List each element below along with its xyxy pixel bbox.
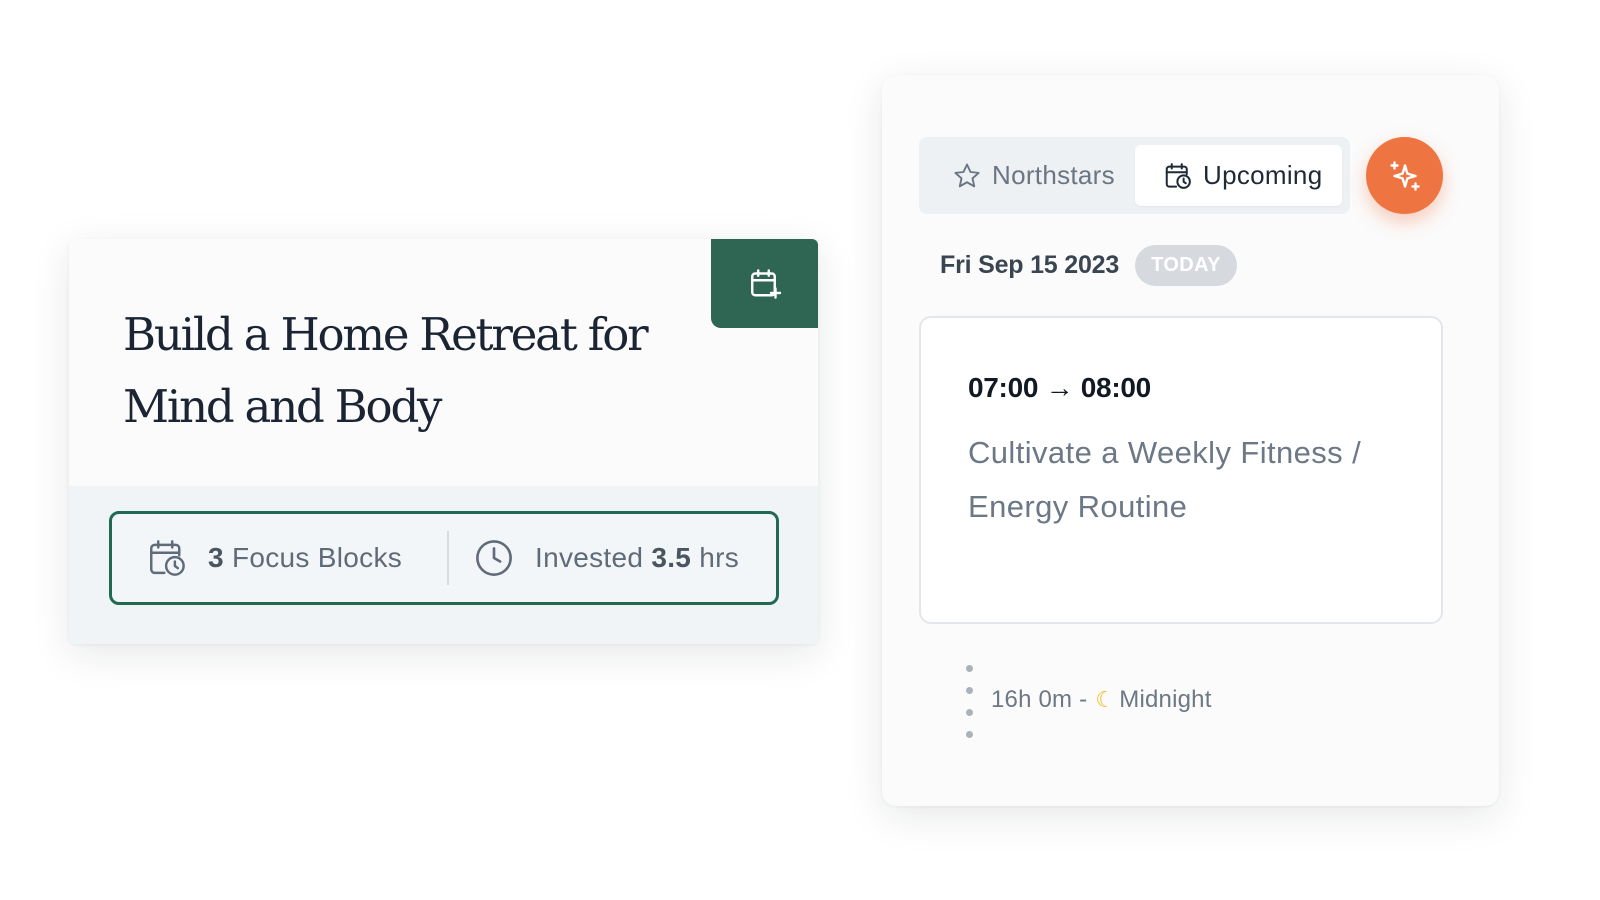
planner-tabs: Northstars Upcoming	[919, 137, 1350, 214]
calendar-plus-icon	[747, 266, 783, 302]
invested-unit: hrs	[699, 542, 740, 573]
calendar-clock-icon	[146, 537, 188, 579]
goal-stats: 3 Focus Blocks Invested 3.5 hrs	[109, 511, 779, 605]
date-header: Fri Sep 15 2023 TODAY	[940, 245, 1237, 286]
moon-icon: ☾	[1095, 687, 1116, 712]
timeline-dot	[966, 731, 973, 738]
schedule-focus-block-button[interactable]	[711, 239, 818, 328]
focus-blocks-count: 3	[208, 542, 224, 573]
tab-upcoming[interactable]: Upcoming	[1135, 145, 1342, 206]
planner-panel: Northstars Upcoming Fri Sep 15 2023 TODA…	[882, 75, 1499, 806]
today-badge: TODAY	[1135, 245, 1237, 286]
goal-card-footer: 3 Focus Blocks Invested 3.5 hrs	[69, 486, 818, 644]
timeline-dot	[966, 709, 973, 716]
goal-card-header: Build a Home Retreat for Mind and Body	[69, 239, 818, 486]
magic-assist-button[interactable]	[1366, 137, 1443, 214]
clock-icon	[473, 537, 515, 579]
tab-northstars-label: Northstars	[992, 160, 1115, 190]
event-card[interactable]: 07:00 → 08:00 Cultivate a Weekly Fitness…	[919, 316, 1443, 624]
invested-time-stat: Invested 3.5 hrs	[449, 514, 739, 602]
sparkles-icon	[1387, 158, 1423, 194]
star-icon	[952, 161, 982, 191]
event-time: 07:00 → 08:00	[968, 372, 1151, 403]
gap-text: 16h 0m - ☾ Midnight	[991, 686, 1212, 714]
event-title: Cultivate a Weekly Fitness / Energy Rout…	[968, 435, 1362, 524]
focus-blocks-stat: 3 Focus Blocks	[112, 514, 447, 602]
focus-blocks-label: Focus Blocks	[231, 542, 403, 573]
calendar-clock-icon	[1163, 161, 1193, 191]
timeline-dots	[966, 665, 974, 745]
invested-value: 3.5	[651, 542, 692, 573]
tab-upcoming-label: Upcoming	[1203, 160, 1323, 190]
timeline-dot	[966, 665, 973, 672]
goal-title: Build a Home Retreat for Mind and Body	[123, 308, 649, 433]
invested-prefix: Invested	[535, 542, 644, 573]
gap-duration: 16h 0m -	[991, 686, 1088, 713]
timeline-dot	[966, 687, 973, 694]
goal-card[interactable]: Build a Home Retreat for Mind and Body 3…	[69, 239, 818, 644]
date-label: Fri Sep 15 2023	[940, 251, 1120, 279]
tab-northstars[interactable]: Northstars	[927, 145, 1135, 206]
gap-label: Midnight	[1119, 686, 1212, 713]
